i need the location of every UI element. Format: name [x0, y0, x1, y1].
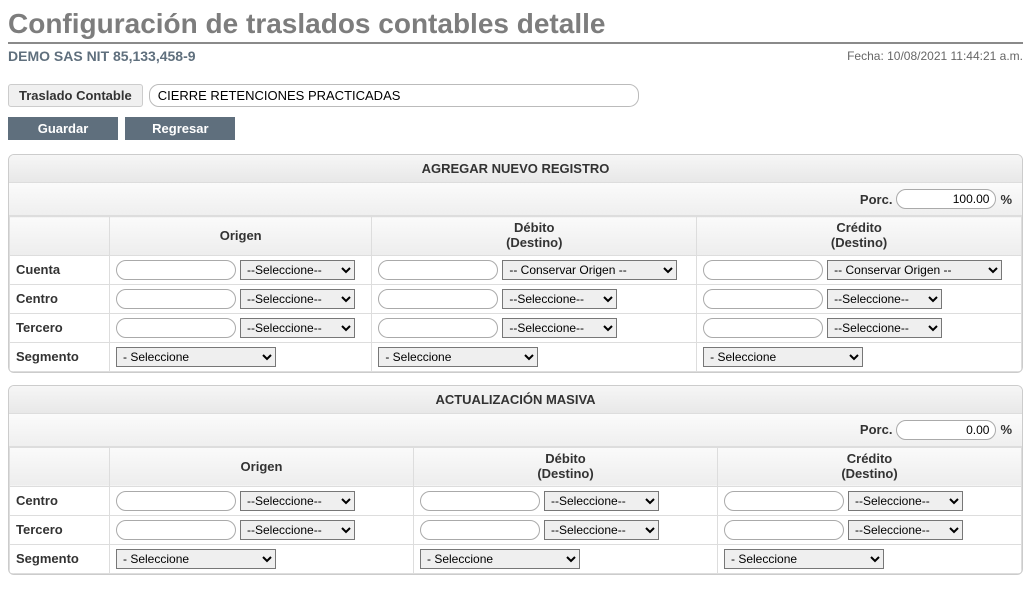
- add-centro-origen-input[interactable]: [116, 289, 236, 309]
- mass-row-centro: Centro --Seleccione-- --Seleccione-- --S…: [10, 486, 1022, 515]
- row-segmento-label: Segmento: [10, 544, 110, 573]
- add-centro-credito-select[interactable]: --Seleccione--: [827, 289, 942, 309]
- add-tercero-credito-select[interactable]: --Seleccione--: [827, 318, 942, 338]
- mass-tercero-origen-select[interactable]: --Seleccione--: [240, 520, 355, 540]
- mass-panel-title: ACTUALIZACIÓN MASIVA: [9, 386, 1022, 414]
- add-tercero-debito-input[interactable]: [378, 318, 498, 338]
- col-origen: Origen: [110, 217, 372, 256]
- mass-centro-credito-select[interactable]: --Seleccione--: [848, 491, 963, 511]
- add-tercero-credito-input[interactable]: [703, 318, 823, 338]
- add-row-cuenta: Cuenta --Seleccione-- -- Conservar Orige…: [10, 255, 1022, 284]
- mass-centro-origen-input[interactable]: [116, 491, 236, 511]
- col-debito-l1: Débito: [420, 452, 711, 467]
- add-porc-row: Porc. %: [9, 183, 1022, 216]
- add-cuenta-credito-input[interactable]: [703, 260, 823, 280]
- add-segmento-credito-select[interactable]: - Seleccione: [703, 347, 863, 367]
- add-cuenta-credito-select[interactable]: -- Conservar Origen --: [827, 260, 1002, 280]
- button-row: Guardar Regresar: [8, 117, 1023, 140]
- mass-grid: Origen Débito (Destino) Crédito (Destino…: [9, 447, 1022, 574]
- add-centro-origen-select[interactable]: --Seleccione--: [240, 289, 355, 309]
- add-tercero-origen-select[interactable]: --Seleccione--: [240, 318, 355, 338]
- back-button[interactable]: Regresar: [125, 117, 235, 140]
- porc-suffix: %: [1000, 422, 1012, 437]
- add-tercero-origen-input[interactable]: [116, 318, 236, 338]
- add-cuenta-debito-input[interactable]: [378, 260, 498, 280]
- col-debito-l2: (Destino): [378, 236, 690, 251]
- col-debito-l2: (Destino): [420, 467, 711, 482]
- add-row-segmento: Segmento - Seleccione - Seleccione - Sel…: [10, 342, 1022, 371]
- add-cuenta-origen-select[interactable]: --Seleccione--: [240, 260, 355, 280]
- mass-segmento-credito-select[interactable]: - Seleccione: [724, 549, 884, 569]
- mass-porc-row: Porc. %: [9, 414, 1022, 447]
- add-segmento-debito-select[interactable]: - Seleccione: [378, 347, 538, 367]
- col-credito-l2: (Destino): [724, 467, 1015, 482]
- mass-tercero-debito-input[interactable]: [420, 520, 540, 540]
- porc-label: Porc.: [860, 422, 893, 437]
- add-panel: AGREGAR NUEVO REGISTRO Porc. % Origen Dé…: [8, 154, 1023, 373]
- col-debito: Débito (Destino): [372, 217, 697, 256]
- row-tercero-label: Tercero: [10, 515, 110, 544]
- traslado-label: Traslado Contable: [8, 84, 143, 107]
- datetime-label: Fecha: 10/08/2021 11:44:21 a.m.: [847, 49, 1023, 63]
- mass-porc-input[interactable]: [896, 420, 996, 440]
- col-credito-l1: Crédito: [703, 221, 1015, 236]
- col-debito: Débito (Destino): [414, 447, 718, 486]
- row-cuenta-label: Cuenta: [10, 255, 110, 284]
- col-origen: Origen: [110, 447, 414, 486]
- add-cuenta-origen-input[interactable]: [116, 260, 236, 280]
- porc-label: Porc.: [860, 192, 893, 207]
- mass-centro-debito-select[interactable]: --Seleccione--: [544, 491, 659, 511]
- add-cuenta-debito-select[interactable]: -- Conservar Origen --: [502, 260, 677, 280]
- mass-segmento-origen-select[interactable]: - Seleccione: [116, 549, 276, 569]
- add-porc-input[interactable]: [896, 189, 996, 209]
- add-panel-title: AGREGAR NUEVO REGISTRO: [9, 155, 1022, 183]
- mass-tercero-credito-input[interactable]: [724, 520, 844, 540]
- col-blank: [10, 447, 110, 486]
- mass-centro-debito-input[interactable]: [420, 491, 540, 511]
- add-segmento-origen-select[interactable]: - Seleccione: [116, 347, 276, 367]
- mass-row-tercero: Tercero --Seleccione-- --Seleccione-- --…: [10, 515, 1022, 544]
- add-centro-credito-input[interactable]: [703, 289, 823, 309]
- mass-centro-credito-input[interactable]: [724, 491, 844, 511]
- porc-suffix: %: [1000, 192, 1012, 207]
- col-credito-l2: (Destino): [703, 236, 1015, 251]
- col-blank: [10, 217, 110, 256]
- mass-tercero-credito-select[interactable]: --Seleccione--: [848, 520, 963, 540]
- traslado-row: Traslado Contable: [8, 84, 1023, 107]
- add-tercero-debito-select[interactable]: --Seleccione--: [502, 318, 617, 338]
- add-row-tercero: Tercero --Seleccione-- --Seleccione-- --…: [10, 313, 1022, 342]
- header-bar: DEMO SAS NIT 85,133,458-9 Fecha: 10/08/2…: [8, 48, 1023, 64]
- add-grid: Origen Débito (Destino) Crédito (Destino…: [9, 216, 1022, 372]
- row-centro-label: Centro: [10, 284, 110, 313]
- mass-centro-origen-select[interactable]: --Seleccione--: [240, 491, 355, 511]
- col-credito-l1: Crédito: [724, 452, 1015, 467]
- row-centro-label: Centro: [10, 486, 110, 515]
- traslado-input[interactable]: [149, 84, 639, 107]
- mass-tercero-debito-select[interactable]: --Seleccione--: [544, 520, 659, 540]
- add-centro-debito-input[interactable]: [378, 289, 498, 309]
- mass-panel: ACTUALIZACIÓN MASIVA Porc. % Origen Débi…: [8, 385, 1023, 575]
- mass-segmento-debito-select[interactable]: - Seleccione: [420, 549, 580, 569]
- mass-tercero-origen-input[interactable]: [116, 520, 236, 540]
- row-tercero-label: Tercero: [10, 313, 110, 342]
- company-label: DEMO SAS NIT 85,133,458-9: [8, 48, 196, 64]
- mass-row-segmento: Segmento - Seleccione - Seleccione - Sel…: [10, 544, 1022, 573]
- col-credito: Crédito (Destino): [697, 217, 1022, 256]
- page-title: Configuración de traslados contables det…: [8, 8, 1023, 44]
- col-debito-l1: Débito: [378, 221, 690, 236]
- add-row-centro: Centro --Seleccione-- --Seleccione-- --S…: [10, 284, 1022, 313]
- row-segmento-label: Segmento: [10, 342, 110, 371]
- save-button[interactable]: Guardar: [8, 117, 118, 140]
- add-centro-debito-select[interactable]: --Seleccione--: [502, 289, 617, 309]
- col-credito: Crédito (Destino): [718, 447, 1022, 486]
